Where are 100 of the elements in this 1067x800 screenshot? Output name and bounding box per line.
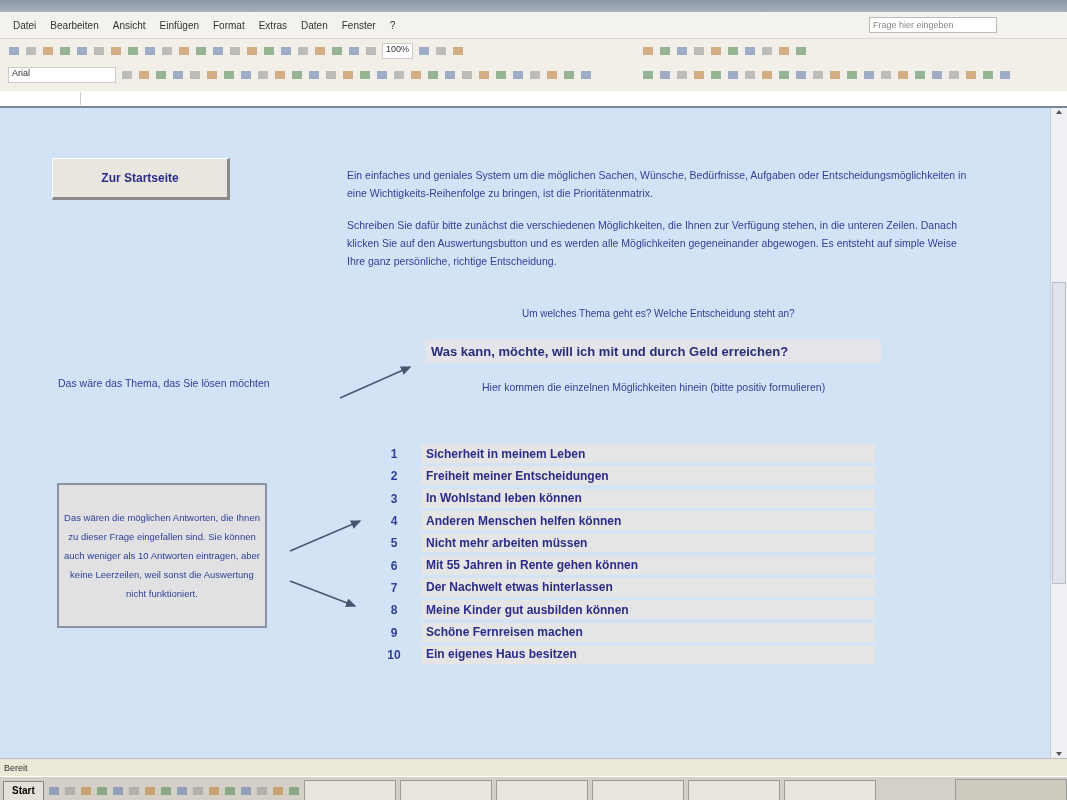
toolbar-icon[interactable]	[172, 69, 184, 81]
toolbar-icon[interactable]	[999, 69, 1011, 81]
toolbar-icon[interactable]	[778, 69, 790, 81]
toolbar-icon[interactable]	[880, 69, 892, 81]
toolbar-icon[interactable]	[659, 69, 671, 81]
toolbar-icon[interactable]	[291, 69, 303, 81]
option-cell[interactable]: Anderen Menschen helfen können	[421, 511, 875, 532]
topic-cell[interactable]: Was kann, möchte, will ich mit und durch Geld erreichen?	[425, 339, 881, 363]
toolbar-icon[interactable]	[189, 69, 201, 81]
menu-item[interactable]: Datei	[8, 17, 42, 33]
toolbar-icon[interactable]	[948, 69, 960, 81]
toolbar-icon[interactable]	[195, 45, 207, 57]
toolbar-icon[interactable]	[410, 69, 422, 81]
menu-item[interactable]: Fenster	[336, 17, 381, 33]
toolbar-icon[interactable]	[795, 45, 807, 57]
taskbar-button[interactable]	[495, 779, 588, 800]
toolbar-icon[interactable]	[418, 45, 431, 57]
option-cell[interactable]: Meine Kinder gut ausbilden können	[421, 600, 875, 621]
toolbar-icon[interactable]	[223, 69, 235, 81]
zoom-field[interactable]: 100%	[382, 43, 414, 59]
toolbar-icon[interactable]	[239, 784, 252, 797]
toolbar-icon[interactable]	[914, 69, 926, 81]
toolbar-icon[interactable]	[223, 784, 236, 797]
toolbar-icon[interactable]	[155, 69, 167, 81]
toolbar-icon[interactable]	[144, 45, 156, 57]
taskbar-button[interactable]	[399, 779, 492, 800]
toolbar-icon[interactable]	[461, 69, 473, 81]
toolbar-icon[interactable]	[95, 784, 108, 797]
toolbar-icon[interactable]	[255, 784, 268, 797]
toolbar-icon[interactable]	[121, 69, 133, 81]
toolbar-icon[interactable]	[76, 45, 88, 57]
toolbar-icon[interactable]	[982, 69, 994, 81]
toolbar-icon[interactable]	[444, 69, 456, 81]
menu-item[interactable]: Daten	[296, 17, 333, 33]
toolbar-icon[interactable]	[110, 45, 122, 57]
taskbar-button[interactable]	[687, 779, 780, 800]
toolbar-icon[interactable]	[206, 69, 218, 81]
toolbar-icon[interactable]	[727, 69, 739, 81]
toolbar-icon[interactable]	[127, 784, 140, 797]
toolbar-icon[interactable]	[580, 69, 592, 81]
toolbar-icon[interactable]	[642, 45, 654, 57]
menu-item[interactable]: Ansicht	[107, 17, 151, 33]
toolbar-icon[interactable]	[159, 784, 172, 797]
toolbar-icon[interactable]	[59, 45, 71, 57]
toolbar-icon[interactable]	[778, 45, 790, 57]
toolbar-icon[interactable]	[761, 69, 773, 81]
toolbar-icon[interactable]	[207, 784, 220, 797]
start-button[interactable]: Start	[3, 780, 44, 800]
toolbar-icon[interactable]	[478, 69, 490, 81]
toolbar-icon[interactable]	[931, 69, 943, 81]
toolbar-icon[interactable]	[761, 45, 773, 57]
start-page-button[interactable]: Zur Startseite	[52, 158, 230, 200]
toolbar-icon[interactable]	[435, 45, 448, 57]
menu-item[interactable]: Bearbeiten	[45, 17, 104, 33]
toolbar-icon[interactable]	[812, 69, 824, 81]
toolbar-icon[interactable]	[175, 784, 188, 797]
toolbar-icon[interactable]	[642, 69, 654, 81]
toolbar-icon[interactable]	[348, 45, 360, 57]
taskbar-button[interactable]	[783, 779, 876, 800]
toolbar-icon[interactable]	[727, 45, 739, 57]
toolbar-icon[interactable]	[393, 69, 405, 81]
taskbar-button[interactable]	[303, 779, 396, 800]
option-cell[interactable]: In Wohlstand leben können	[421, 488, 875, 509]
menu-item[interactable]: ?	[384, 17, 401, 33]
toolbar-icon[interactable]	[376, 69, 388, 81]
menu-item[interactable]: Extras	[253, 17, 293, 33]
toolbar-icon[interactable]	[263, 45, 275, 57]
toolbar-icon[interactable]	[93, 45, 105, 57]
toolbar-icon[interactable]	[693, 45, 705, 57]
toolbar-icon[interactable]	[676, 69, 688, 81]
toolbar-icon[interactable]	[240, 69, 252, 81]
toolbar-icon[interactable]	[744, 45, 756, 57]
toolbar-icon[interactable]	[529, 69, 541, 81]
toolbar-icon[interactable]	[563, 69, 575, 81]
menu-item[interactable]: Format	[208, 17, 250, 33]
toolbar-icon[interactable]	[744, 69, 756, 81]
toolbar-icon[interactable]	[42, 45, 54, 57]
toolbar-icon[interactable]	[710, 69, 722, 81]
taskbar-button[interactable]	[591, 779, 684, 800]
toolbar-icon[interactable]	[308, 69, 320, 81]
toolbar-icon[interactable]	[229, 45, 241, 57]
toolbar-icon[interactable]	[111, 784, 124, 797]
toolbar-icon[interactable]	[342, 69, 354, 81]
option-cell[interactable]: Ein eigenes Haus besitzen	[421, 644, 875, 665]
toolbar-icon[interactable]	[191, 784, 204, 797]
option-cell[interactable]: Nicht mehr arbeiten müssen	[421, 533, 875, 554]
toolbar-icon[interactable]	[512, 69, 524, 81]
toolbar-icon[interactable]	[297, 45, 309, 57]
toolbar-icon[interactable]	[452, 45, 465, 57]
toolbar-icon[interactable]	[127, 45, 139, 57]
toolbar-icon[interactable]	[178, 45, 190, 57]
toolbar-icon[interactable]	[863, 69, 875, 81]
toolbar-icon[interactable]	[325, 69, 337, 81]
toolbar-icon[interactable]	[846, 69, 858, 81]
font-field[interactable]: Arial	[8, 67, 116, 83]
toolbar-icon[interactable]	[965, 69, 977, 81]
toolbar-icon[interactable]	[271, 784, 284, 797]
toolbar-icon[interactable]	[257, 69, 269, 81]
option-cell[interactable]: Mit 55 Jahren in Rente gehen können	[421, 555, 875, 576]
toolbar-icon[interactable]	[212, 45, 224, 57]
